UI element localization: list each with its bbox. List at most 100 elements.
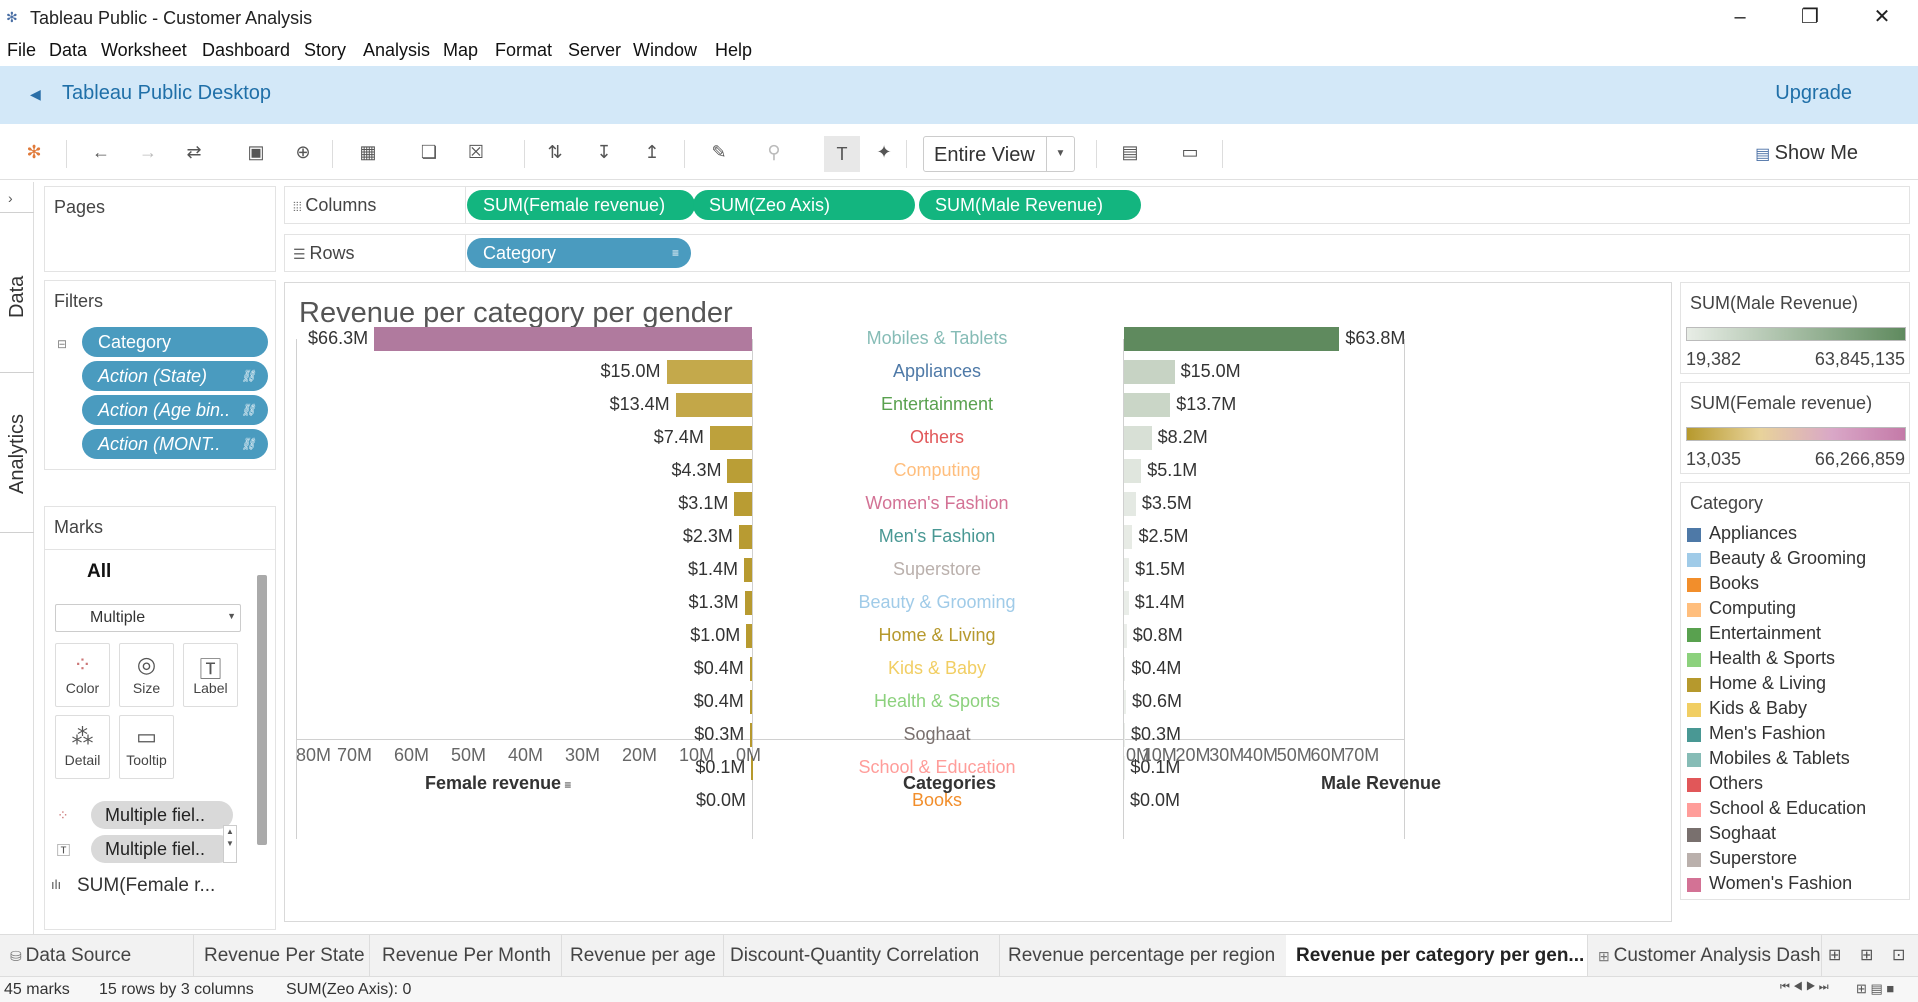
filter-pill-action-month[interactable]: Action (MONT.. ⛓ — [82, 429, 268, 459]
chevron-down-icon[interactable]: ▼ — [1046, 137, 1074, 171]
chevron-right-icon[interactable]: › — [8, 190, 13, 206]
minimize-button[interactable]: – — [1720, 4, 1760, 30]
tab-revenue-per-state[interactable]: Revenue Per State — [194, 935, 370, 977]
male-revenue-bar[interactable] — [1124, 558, 1130, 582]
upgrade-link[interactable]: Upgrade — [1775, 82, 1852, 105]
tab-data-source[interactable]: ⛁ Data Source — [0, 935, 194, 977]
male-revenue-bar[interactable] — [1124, 690, 1127, 714]
marks-all-tab[interactable]: All — [87, 561, 111, 583]
row-pill-category[interactable]: Category ≡ — [467, 238, 691, 268]
fix-axes-icon[interactable]: ✦ — [870, 142, 898, 163]
female-revenue-bar[interactable] — [666, 360, 752, 384]
tab-revenue-per-category-gender[interactable]: Revenue per category per gen... — [1286, 935, 1588, 977]
menu-help[interactable]: Help — [715, 40, 752, 61]
female-revenue-bar[interactable] — [675, 393, 752, 417]
close-button[interactable]: ✕ — [1862, 4, 1902, 30]
clear-sheet-icon[interactable]: ☒ — [462, 142, 490, 163]
male-revenue-bar[interactable] — [1124, 459, 1142, 483]
save-icon[interactable]: ▣ — [242, 142, 270, 163]
rows-shelf[interactable]: ☰ Rows Category ≡ — [284, 234, 1910, 272]
filter-pill-action-age[interactable]: Action (Age bin.. ⛓ — [82, 395, 268, 425]
tab-revenue-percentage-region[interactable]: Revenue percentage per region — [998, 935, 1288, 977]
column-pill-zeo-axis[interactable]: SUM(Zeo Axis) — [693, 190, 915, 220]
new-worksheet-tab-icon[interactable]: ⊞ — [1828, 945, 1841, 965]
show-me-button[interactable]: ▤ Show Me — [1755, 142, 1858, 165]
male-revenue-bar[interactable] — [1124, 492, 1136, 516]
male-revenue-bar[interactable] — [1124, 393, 1171, 417]
female-revenue-bar[interactable] — [744, 591, 752, 615]
tableau-icon[interactable]: ✻ — [20, 142, 48, 163]
sort-descending-icon[interactable]: ↥ — [638, 142, 666, 163]
data-tab[interactable]: Data — [6, 276, 29, 318]
new-story-tab-icon[interactable]: ⊡ — [1892, 945, 1905, 965]
columns-shelf[interactable]: ⦙⦙⦙ Columns SUM(Female revenue) SUM(Zeo … — [284, 186, 1910, 224]
female-revenue-bar[interactable] — [727, 459, 752, 483]
filter-pill-action-state[interactable]: Action (State) ⛓ — [82, 361, 268, 391]
column-pill-male-revenue[interactable]: SUM(Male Revenue) — [919, 190, 1141, 220]
male-revenue-bar[interactable] — [1124, 723, 1125, 747]
column-pill-female-revenue[interactable]: SUM(Female revenue) — [467, 190, 695, 220]
presentation-mode-icon[interactable]: ▭ — [1176, 142, 1204, 163]
new-datasource-icon[interactable]: ⊕ — [289, 142, 317, 163]
male-revenue-bar[interactable] — [1124, 591, 1129, 615]
show-cards-icon[interactable]: ▤ — [1116, 142, 1144, 163]
fit-dropdown[interactable]: Entire View ▼ — [923, 136, 1075, 172]
label-field-pill[interactable]: Multiple fiel.. — [91, 835, 233, 863]
tab-revenue-per-month[interactable]: Revenue Per Month — [372, 935, 562, 977]
tooltip-button[interactable]: ▭ Tooltip — [119, 715, 174, 779]
male-revenue-legend[interactable]: SUM(Male Revenue) 19,382 63,845,135 — [1680, 282, 1910, 374]
sheet-nav-arrows[interactable]: ⏮ ◀ ▶ ⏭ — [1780, 981, 1829, 994]
analytics-tab[interactable]: Analytics — [6, 414, 29, 494]
male-revenue-bar[interactable] — [1124, 360, 1175, 384]
menu-map[interactable]: Map — [443, 40, 478, 61]
marks-card[interactable]: Marks All Multiple ▼ ⁘ Color ◎ Size 🅃 Label… — [44, 506, 276, 930]
female-revenue-legend[interactable]: SUM(Female revenue) 13,035 66,266,859 — [1680, 382, 1910, 474]
size-button[interactable]: ◎ Size — [119, 643, 174, 707]
view-canvas[interactable]: Revenue per category per gender $66.3M Mo… — [284, 282, 1672, 922]
group-icon[interactable]: ⚲ — [760, 142, 788, 163]
female-revenue-bar[interactable] — [374, 327, 752, 351]
sort-ascending-icon[interactable]: ↧ — [590, 142, 618, 163]
tab-revenue-per-age[interactable]: Revenue per age — [560, 935, 724, 977]
menu-story[interactable]: Story — [304, 40, 346, 61]
sheet-sorter-icon[interactable]: ⊞ ▤ ■ — [1856, 981, 1894, 997]
filters-card[interactable]: Filters ⊟ Category Action (State) ⛓ Actio… — [44, 280, 276, 470]
male-revenue-bar[interactable] — [1124, 327, 1340, 351]
menu-format[interactable]: Format — [495, 40, 552, 61]
male-revenue-bar[interactable] — [1124, 525, 1133, 549]
measure-tab[interactable]: SUM(Female r... — [77, 875, 215, 897]
menu-data[interactable]: Data — [49, 40, 87, 61]
female-revenue-bar[interactable] — [738, 525, 752, 549]
detail-button[interactable]: ⁂ Detail — [55, 715, 110, 779]
female-axis-title[interactable]: Female revenue ≡ — [425, 773, 571, 794]
label-button[interactable]: 🅃 Label — [183, 643, 238, 707]
male-revenue-bar[interactable] — [1124, 426, 1152, 450]
undo-icon[interactable]: ← — [87, 142, 115, 163]
restore-button[interactable]: ❐ — [1790, 4, 1830, 30]
redo-icon[interactable]: → — [134, 142, 162, 163]
mark-type-dropdown[interactable]: Multiple ▼ — [55, 604, 241, 632]
highlight-icon[interactable]: ✎ — [705, 142, 733, 163]
duplicate-icon[interactable]: ❏ — [415, 142, 443, 163]
filter-pill-category[interactable]: Category — [82, 327, 268, 357]
menu-dashboard[interactable]: Dashboard — [202, 40, 290, 61]
color-field-pill[interactable]: Multiple fiel.. — [91, 801, 233, 829]
new-dashboard-tab-icon[interactable]: ⊞ — [1860, 945, 1873, 965]
menu-window[interactable]: Window — [633, 40, 697, 61]
menu-server[interactable]: Server — [568, 40, 621, 61]
male-revenue-bar[interactable] — [1124, 624, 1127, 648]
color-button[interactable]: ⁘ Color — [55, 643, 110, 707]
category-legend[interactable]: Category Appliances Beauty & Grooming Book… — [1680, 482, 1910, 900]
pages-card[interactable]: Pages — [44, 186, 276, 272]
menu-file[interactable]: File — [7, 40, 36, 61]
female-revenue-bar[interactable] — [734, 492, 752, 516]
menu-worksheet[interactable]: Worksheet — [101, 40, 187, 61]
female-revenue-bar[interactable] — [744, 558, 752, 582]
swap-icon[interactable]: ⇄ — [180, 142, 208, 163]
swap-rows-columns-icon[interactable]: ⇅ — [541, 142, 569, 163]
menu-analysis[interactable]: Analysis — [363, 40, 430, 61]
female-revenue-bar[interactable] — [709, 426, 752, 450]
male-revenue-bar[interactable] — [1124, 657, 1126, 681]
marks-scrollbar[interactable] — [257, 575, 267, 845]
tab-customer-analysis-dashboard[interactable]: ⊞ Customer Analysis Dashb — [1588, 935, 1822, 977]
